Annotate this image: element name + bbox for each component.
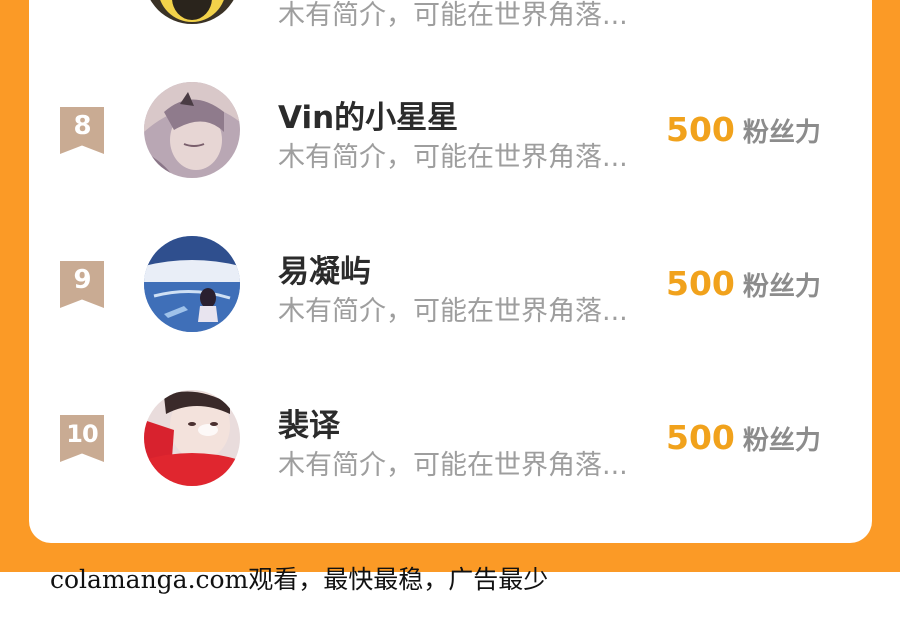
fans-count: 500: [666, 110, 735, 149]
fans-power: 500 粉丝力: [666, 110, 821, 149]
list-item[interactable]: 10 裴译 木有简介，可能在世界角落... 500 粉丝力: [0, 390, 900, 490]
user-bio: 木有简介，可能在世界角落...: [278, 142, 628, 173]
watermark-text: colamanga.com观看，最快最稳，广告最少: [50, 565, 549, 594]
fans-label: 粉丝力: [742, 272, 821, 302]
user-name[interactable]: 裴译: [278, 400, 340, 445]
list-item-partial[interactable]: 木有简介，可能在世界角落...: [0, 0, 900, 45]
fans-count: 500: [666, 264, 735, 303]
user-name[interactable]: Vin的小星星: [278, 92, 458, 137]
user-name[interactable]: 易凝屿: [278, 246, 371, 291]
fans-label: 粉丝力: [742, 118, 821, 148]
rank-badge: 9: [60, 261, 104, 308]
fans-label: 粉丝力: [742, 426, 821, 456]
avatar[interactable]: [144, 236, 240, 332]
rank-badge: 8: [60, 107, 104, 154]
user-bio: 木有简介，可能在世界角落...: [278, 296, 628, 327]
fans-count: 500: [666, 418, 735, 457]
user-bio: 木有简介，可能在世界角落...: [278, 450, 628, 481]
fans-power: 500 粉丝力: [666, 264, 821, 303]
fans-power: 500 粉丝力: [666, 418, 821, 457]
user-bio: 木有简介，可能在世界角落...: [278, 0, 628, 31]
rank-badge: 10: [60, 415, 104, 462]
list-item[interactable]: 8 Vin的小星星 木有简介，可能在世界角落... 500 粉丝力: [0, 82, 900, 182]
avatar[interactable]: [144, 0, 240, 24]
avatar[interactable]: [144, 390, 240, 486]
list-item[interactable]: 9 易凝屿 木有简介，可能在世界角落... 500 粉丝力: [0, 236, 900, 336]
avatar[interactable]: [144, 82, 240, 178]
